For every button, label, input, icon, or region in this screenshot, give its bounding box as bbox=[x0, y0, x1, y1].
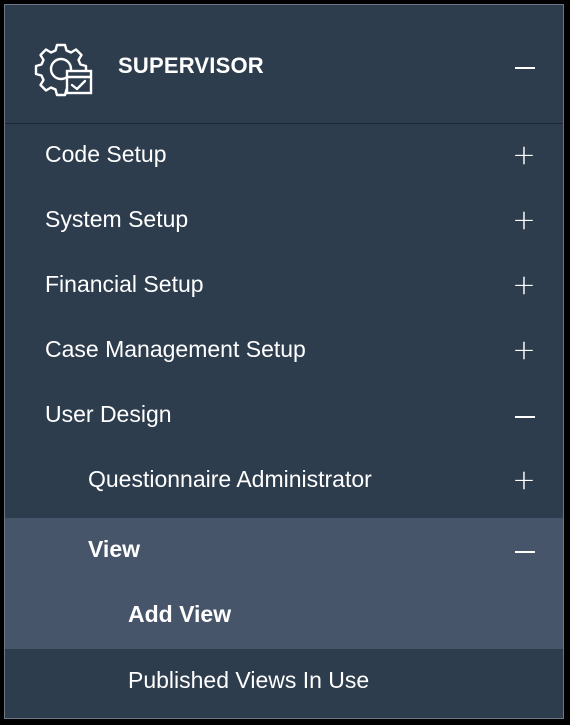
supervisor-gear-icon bbox=[34, 43, 93, 97]
menu-item-label: Code Setup bbox=[45, 141, 167, 167]
menu-item-label: View bbox=[88, 536, 140, 562]
menu-item-label: Add View bbox=[128, 601, 232, 627]
menu-item-code-setup[interactable]: Code Setup + bbox=[5, 123, 563, 188]
menu-item-system-setup[interactable]: System Setup + bbox=[5, 188, 563, 253]
expand-icon[interactable]: + bbox=[509, 465, 539, 495]
menu-item-label: User Design bbox=[45, 401, 172, 427]
menu-item-view[interactable]: View bbox=[5, 518, 563, 583]
menu-item-label: System Setup bbox=[45, 206, 189, 232]
supervisor-header[interactable]: SUPERVISOR bbox=[5, 5, 563, 124]
collapse-icon[interactable] bbox=[515, 67, 535, 69]
menu-item-case-management-setup[interactable]: Case Management Setup + bbox=[5, 318, 563, 383]
menu-item-label: Case Management Setup bbox=[45, 336, 306, 362]
menu-item-label: Questionnaire Administrator bbox=[88, 466, 372, 492]
menu-item-user-design[interactable]: User Design bbox=[5, 383, 563, 448]
expand-icon[interactable]: + bbox=[509, 335, 539, 365]
menu-item-label: Financial Setup bbox=[45, 271, 204, 297]
supervisor-title: SUPERVISOR bbox=[118, 53, 264, 78]
expand-icon[interactable]: + bbox=[509, 205, 539, 235]
menu-item-label: Published Views In Use bbox=[128, 667, 370, 693]
menu-item-published-views-in-use[interactable]: Published Views In Use bbox=[5, 649, 563, 714]
collapse-icon[interactable] bbox=[515, 416, 535, 418]
menu-item-add-view[interactable]: Add View bbox=[5, 583, 563, 649]
menu-item-financial-setup[interactable]: Financial Setup + bbox=[5, 253, 563, 318]
expand-icon[interactable]: + bbox=[509, 140, 539, 170]
collapse-icon[interactable] bbox=[515, 551, 535, 553]
menu-item-questionnaire-administrator[interactable]: Questionnaire Administrator + bbox=[5, 448, 563, 513]
expand-icon[interactable]: + bbox=[509, 270, 539, 300]
supervisor-menu-panel: SUPERVISOR Code Setup + System Setup + F… bbox=[4, 4, 564, 719]
